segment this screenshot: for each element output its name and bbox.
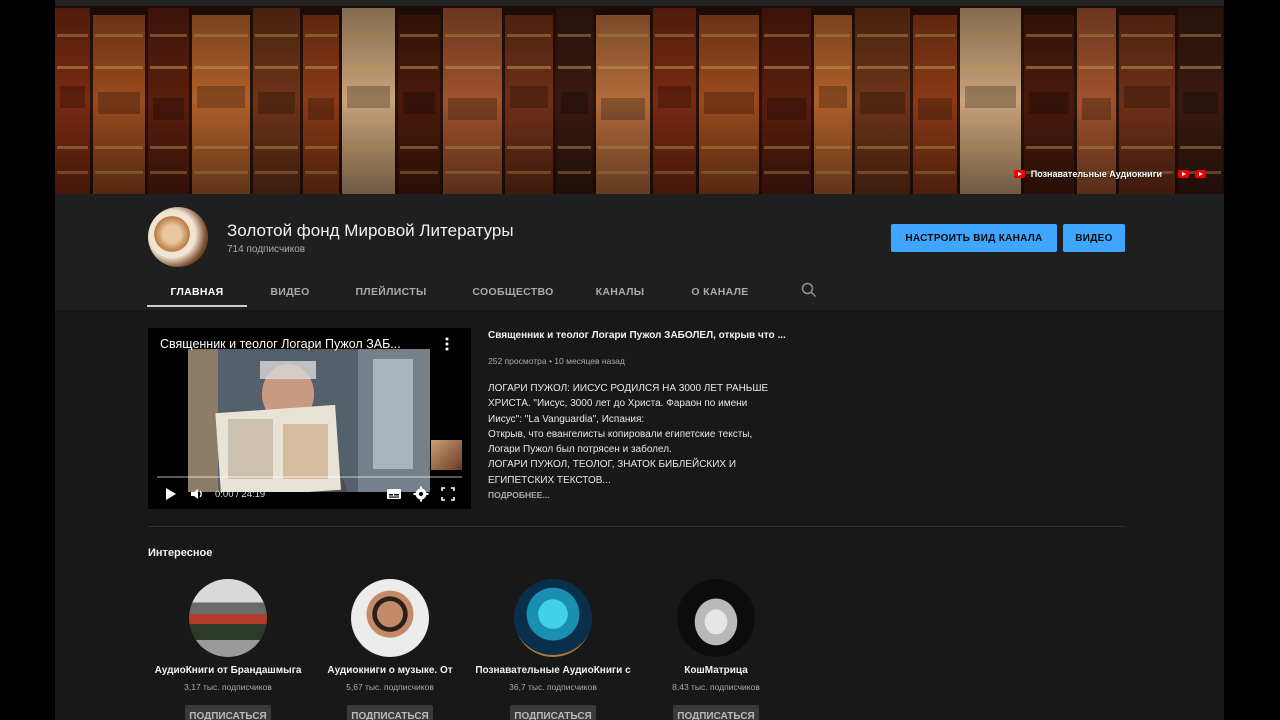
channel-card-subs: 8,43 тыс. подписчиков	[672, 682, 760, 692]
customize-channel-button[interactable]: НАСТРОИТЬ ВИД КАНАЛА	[891, 224, 1057, 252]
channel-header: Золотой фонд Мировой Литературы 714 подп…	[55, 194, 1224, 310]
more-vert-icon[interactable]	[445, 337, 449, 351]
subtitles-icon[interactable]	[386, 486, 402, 502]
description-line: Иисус": "La Vanguardia", Испания:	[488, 413, 645, 425]
channel-card: КошМатрица 8,43 тыс. подписчиков ПОДПИСА…	[636, 578, 796, 720]
channel-card-avatar[interactable]	[677, 579, 755, 657]
channel-banner: Познавательные Аудиокниги	[55, 6, 1224, 194]
section-title: Интересное	[148, 547, 213, 559]
volume-icon[interactable]	[190, 486, 204, 502]
subscribe-button[interactable]: ПОДПИСАТЬСЯ	[673, 705, 759, 720]
banner-link[interactable]: Познавательные Аудиокниги	[1013, 164, 1206, 184]
description-line: ЛОГАРИ ПУЖОЛ: ИИСУС РОДИЛСЯ НА 3000 ЛЕТ …	[488, 383, 769, 394]
description-line: ЕГИПЕТСКИХ ТЕКСТОВ...	[488, 474, 611, 486]
subscribe-button[interactable]: ПОДПИСАТЬСЯ	[510, 705, 596, 720]
tab-channels[interactable]: КАНАЛЫ	[577, 274, 663, 310]
tab-community[interactable]: СООБЩЕСТВО	[449, 274, 577, 310]
fullscreen-icon[interactable]	[441, 486, 455, 502]
subscriber-count: 714 подписчиков	[227, 244, 306, 255]
progress-bar[interactable]	[157, 476, 462, 478]
search-icon[interactable]	[801, 282, 817, 298]
channel-card-subs: 3,17 тыс. подписчиков	[184, 682, 272, 692]
channel-card: Познавательные АудиоКниги с 36,7 тыс. по…	[473, 578, 633, 720]
description-line: Открыв, что евангелисты копировали египе…	[488, 428, 753, 440]
read-more-link[interactable]: ПОДРОБНЕЕ...	[488, 490, 550, 500]
channel-card-name[interactable]: Познавательные АудиоКниги с	[473, 665, 633, 676]
banner-link-label: Познавательные Аудиокниги	[1030, 169, 1162, 179]
video-time: 0:00 / 24:19	[215, 489, 266, 500]
featured-video-title[interactable]: Священник и теолог Логари Пужол ЗАБОЛЕЛ,…	[488, 330, 786, 341]
video-side-thumbnail	[431, 440, 462, 470]
tab-home[interactable]: ГЛАВНАЯ	[147, 274, 247, 310]
subscribe-button[interactable]: ПОДПИСАТЬСЯ	[185, 705, 271, 720]
featured-video-meta: 252 просмотра • 10 месяцев назад	[488, 356, 625, 366]
channel-card-subs: 36,7 тыс. подписчиков	[509, 682, 597, 692]
youtube-icon[interactable]	[1195, 170, 1206, 178]
subscribe-button[interactable]: ПОДПИСАТЬСЯ	[347, 705, 433, 720]
channel-card-name[interactable]: КошМатрица	[636, 665, 796, 676]
player-title[interactable]: Священник и теолог Логари Пужол ЗАБ...	[160, 337, 401, 351]
youtube-icon	[1013, 170, 1025, 178]
channel-card-name[interactable]: АудиоКниги от Брандашмыга	[148, 665, 308, 676]
description-line: ЛОГАРИ ПУЖОЛ, ТЕОЛОГ, ЗНАТОК БИБЛЕЙСКИХ …	[488, 459, 737, 471]
channel-page: Познавательные Аудиокниги Золотой фонд М…	[55, 0, 1224, 720]
section-divider	[148, 526, 1125, 527]
settings-gear-icon[interactable]	[413, 486, 429, 502]
tab-videos[interactable]: ВИДЕО	[247, 274, 333, 310]
channel-card: Аудиокниги о музыке. От 5,67 тыс. подпис…	[310, 578, 470, 720]
channel-card-name[interactable]: Аудиокниги о музыке. От	[310, 665, 470, 676]
channel-card-avatar[interactable]	[514, 579, 592, 657]
tab-about[interactable]: О КАНАЛЕ	[663, 274, 777, 310]
channel-tabs: ГЛАВНАЯ ВИДЕО ПЛЕЙЛИСТЫ СООБЩЕСТВО КАНАЛ…	[147, 274, 777, 310]
channel-card-subs: 5,67 тыс. подписчиков	[346, 682, 434, 692]
featured-video-player[interactable]: Священник и теолог Логари Пужол ЗАБ... 0…	[148, 328, 471, 509]
channel-card-avatar[interactable]	[351, 579, 429, 657]
manage-videos-button[interactable]: ВИДЕО	[1063, 224, 1125, 252]
play-icon[interactable]	[164, 486, 178, 502]
channel-card: АудиоКниги от Брандашмыга 3,17 тыс. подп…	[148, 578, 308, 720]
channel-card-avatar[interactable]	[189, 579, 267, 657]
video-frame	[188, 349, 430, 492]
tab-playlists[interactable]: ПЛЕЙЛИСТЫ	[333, 274, 449, 310]
featured-video-description: ЛОГАРИ ПУЖОЛ: ИИСУС РОДИЛСЯ НА 3000 ЛЕТ …	[488, 381, 788, 488]
channel-title: Золотой фонд Мировой Литературы	[227, 221, 514, 240]
channel-avatar[interactable]	[148, 207, 208, 267]
description-line: Логари Пужол был потрясен и заболел.	[488, 444, 672, 456]
description-line: ХРИСТА. "Иисус, 3000 лет до Христа. Фара…	[488, 398, 748, 410]
youtube-icon[interactable]	[1178, 170, 1189, 178]
